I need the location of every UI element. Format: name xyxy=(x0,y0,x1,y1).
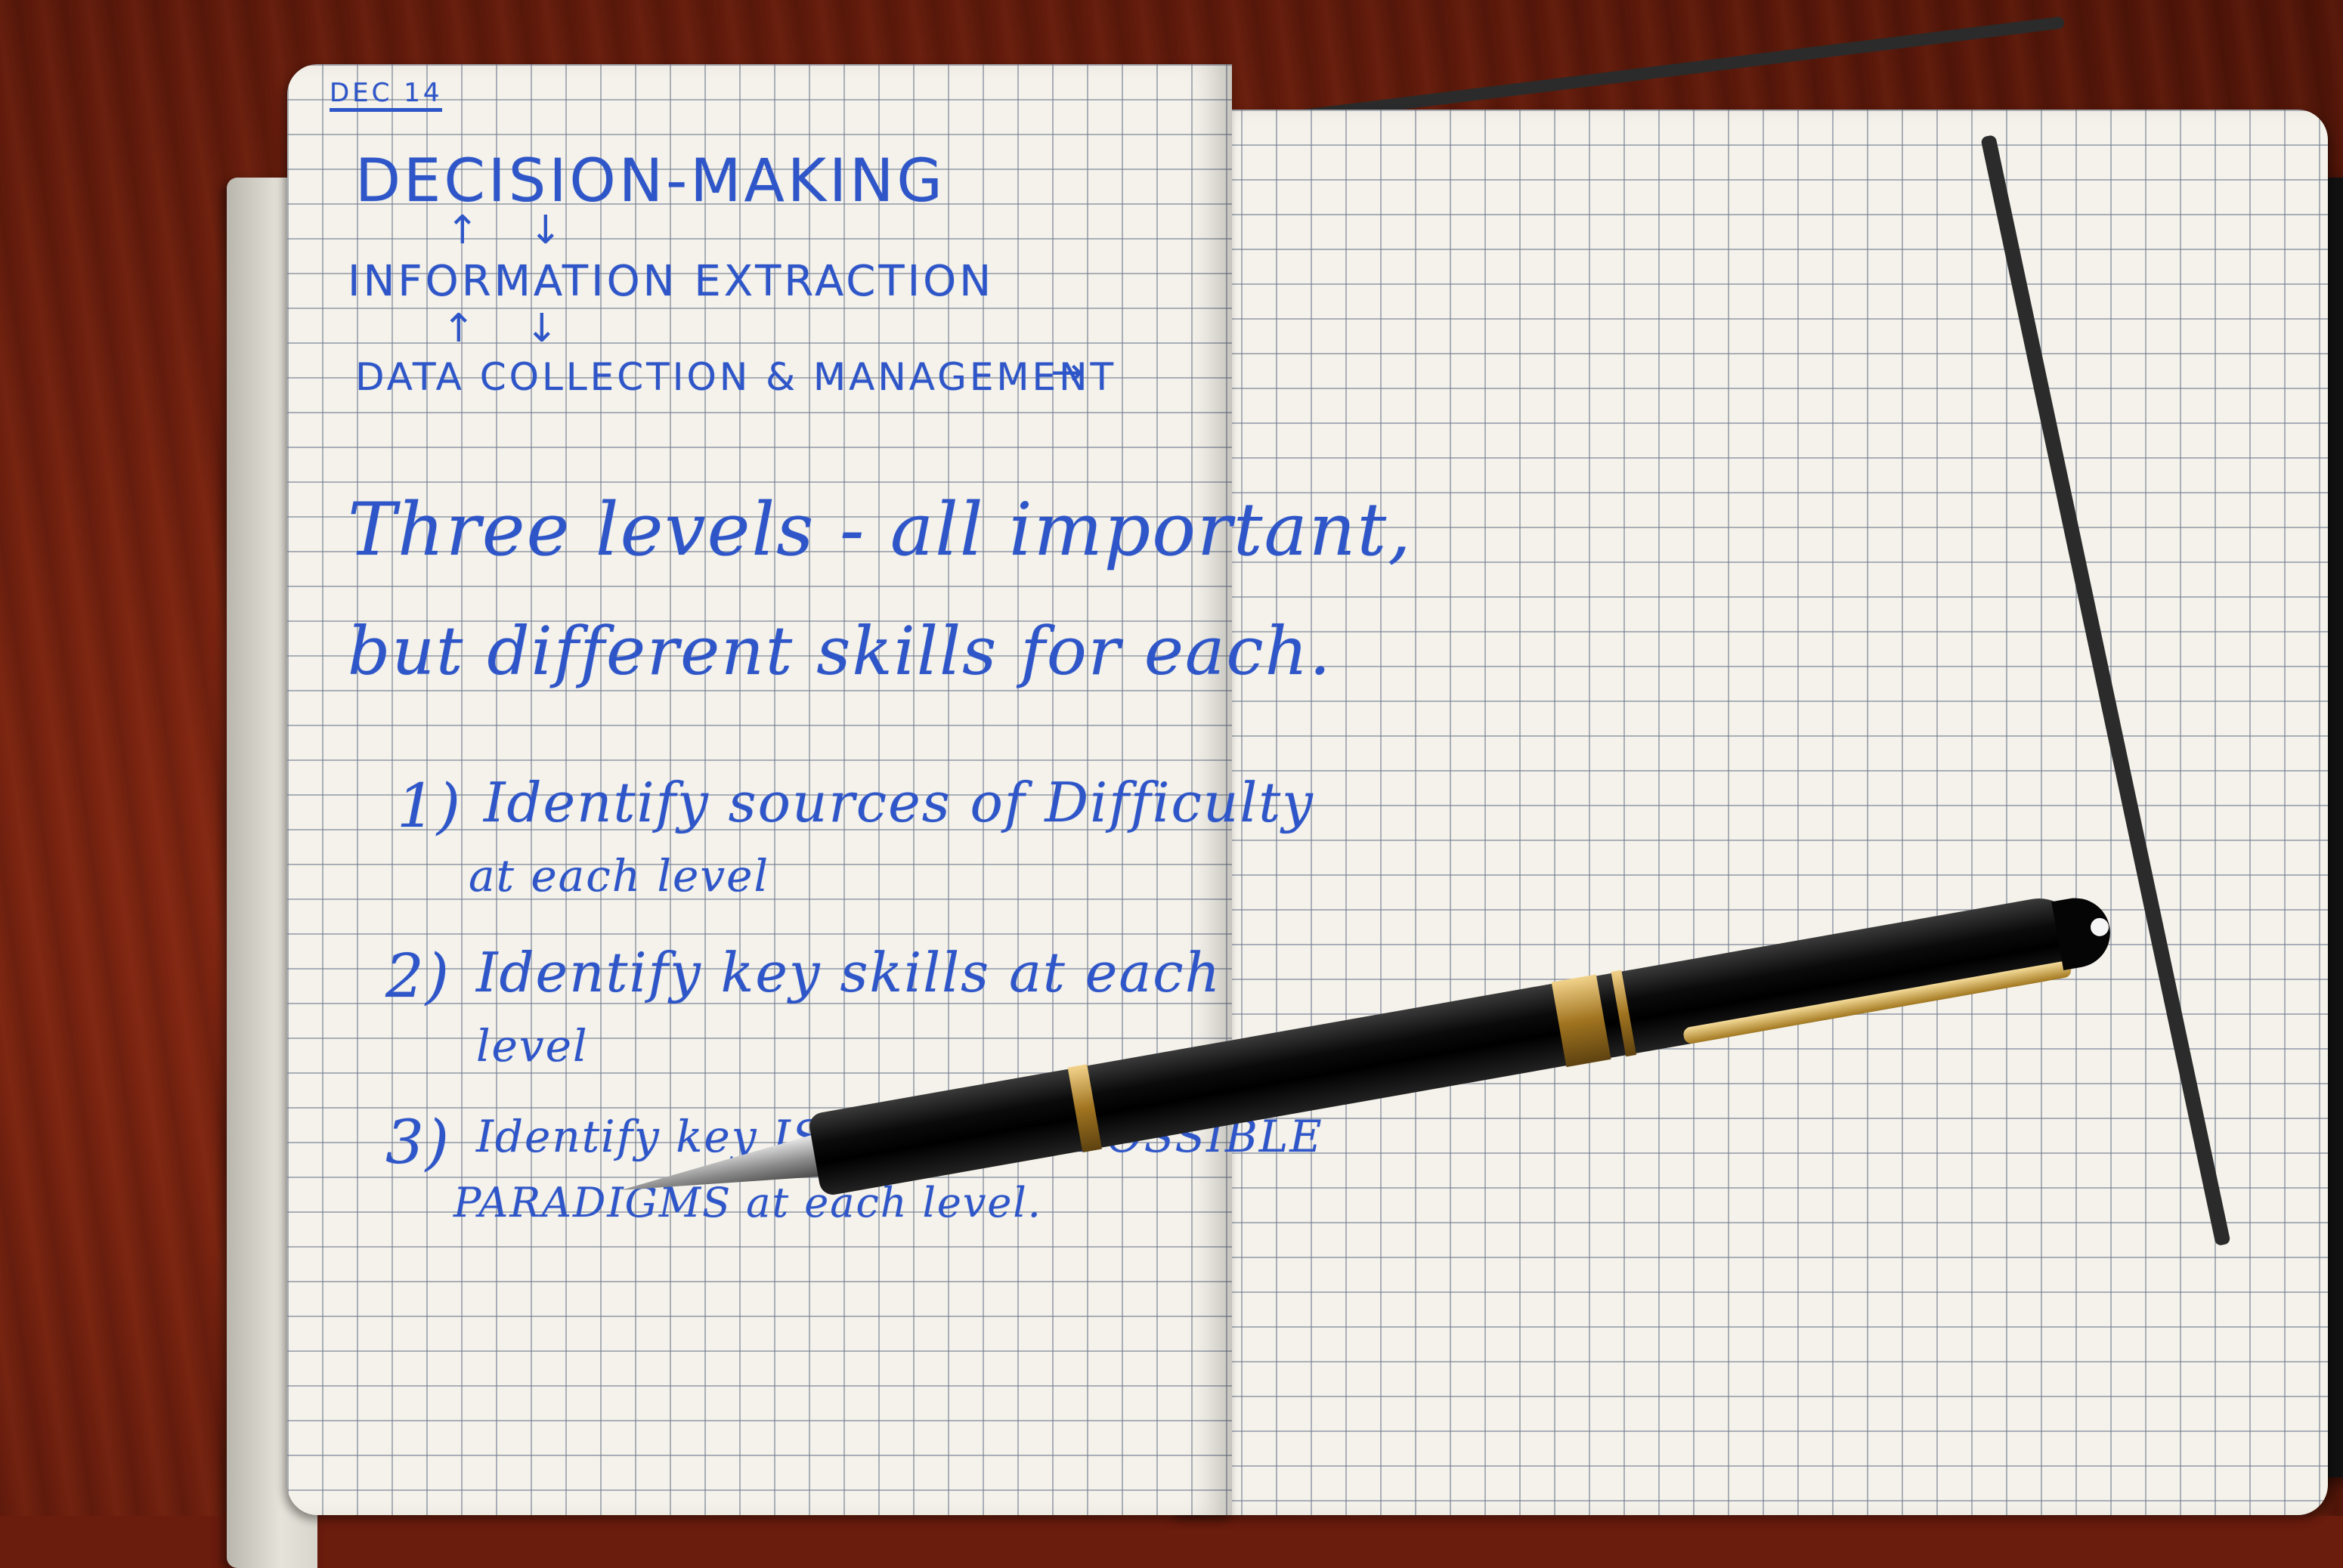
right-page xyxy=(1172,110,2328,1515)
item-3-number: 3) xyxy=(385,1107,451,1177)
arrow-up-icon: ↑ xyxy=(442,306,475,351)
item-1-line-1: Identify sources of Difficulty xyxy=(484,771,1314,834)
arrow-down-icon: ↓ xyxy=(529,208,562,253)
level-information-extraction: INFORMATION EXTRACTION xyxy=(348,257,995,306)
pen-nib xyxy=(617,1131,834,1213)
level-decision-making: DECISION-MAKING xyxy=(355,147,946,215)
item-2-line-2: level xyxy=(476,1020,589,1072)
level-data-collection: DATA COLLECTION & MANAGEMENT xyxy=(355,355,1117,399)
arrow-down-icon: ↓ xyxy=(525,306,559,351)
item-1-number: 1) xyxy=(397,771,463,841)
paragraph-line-2: but different skills for each. xyxy=(348,612,1332,690)
notebook: DEC 14 DECISION-MAKING ↑ ↓ INFORMATION E… xyxy=(227,64,2343,1568)
arrow-up-icon: ↑ xyxy=(446,208,479,253)
arrow-right-icon: → xyxy=(1051,350,1084,395)
item-1-line-2: at each level xyxy=(469,850,770,902)
note-date: DEC 14 xyxy=(330,78,443,112)
item-2-line-1: Identify key skills at each xyxy=(476,941,1221,1004)
paragraph-line-1: Three levels - all important, xyxy=(348,487,1413,572)
item-2-number: 2) xyxy=(385,941,451,1011)
left-page: DEC 14 DECISION-MAKING ↑ ↓ INFORMATION E… xyxy=(287,64,1411,1515)
